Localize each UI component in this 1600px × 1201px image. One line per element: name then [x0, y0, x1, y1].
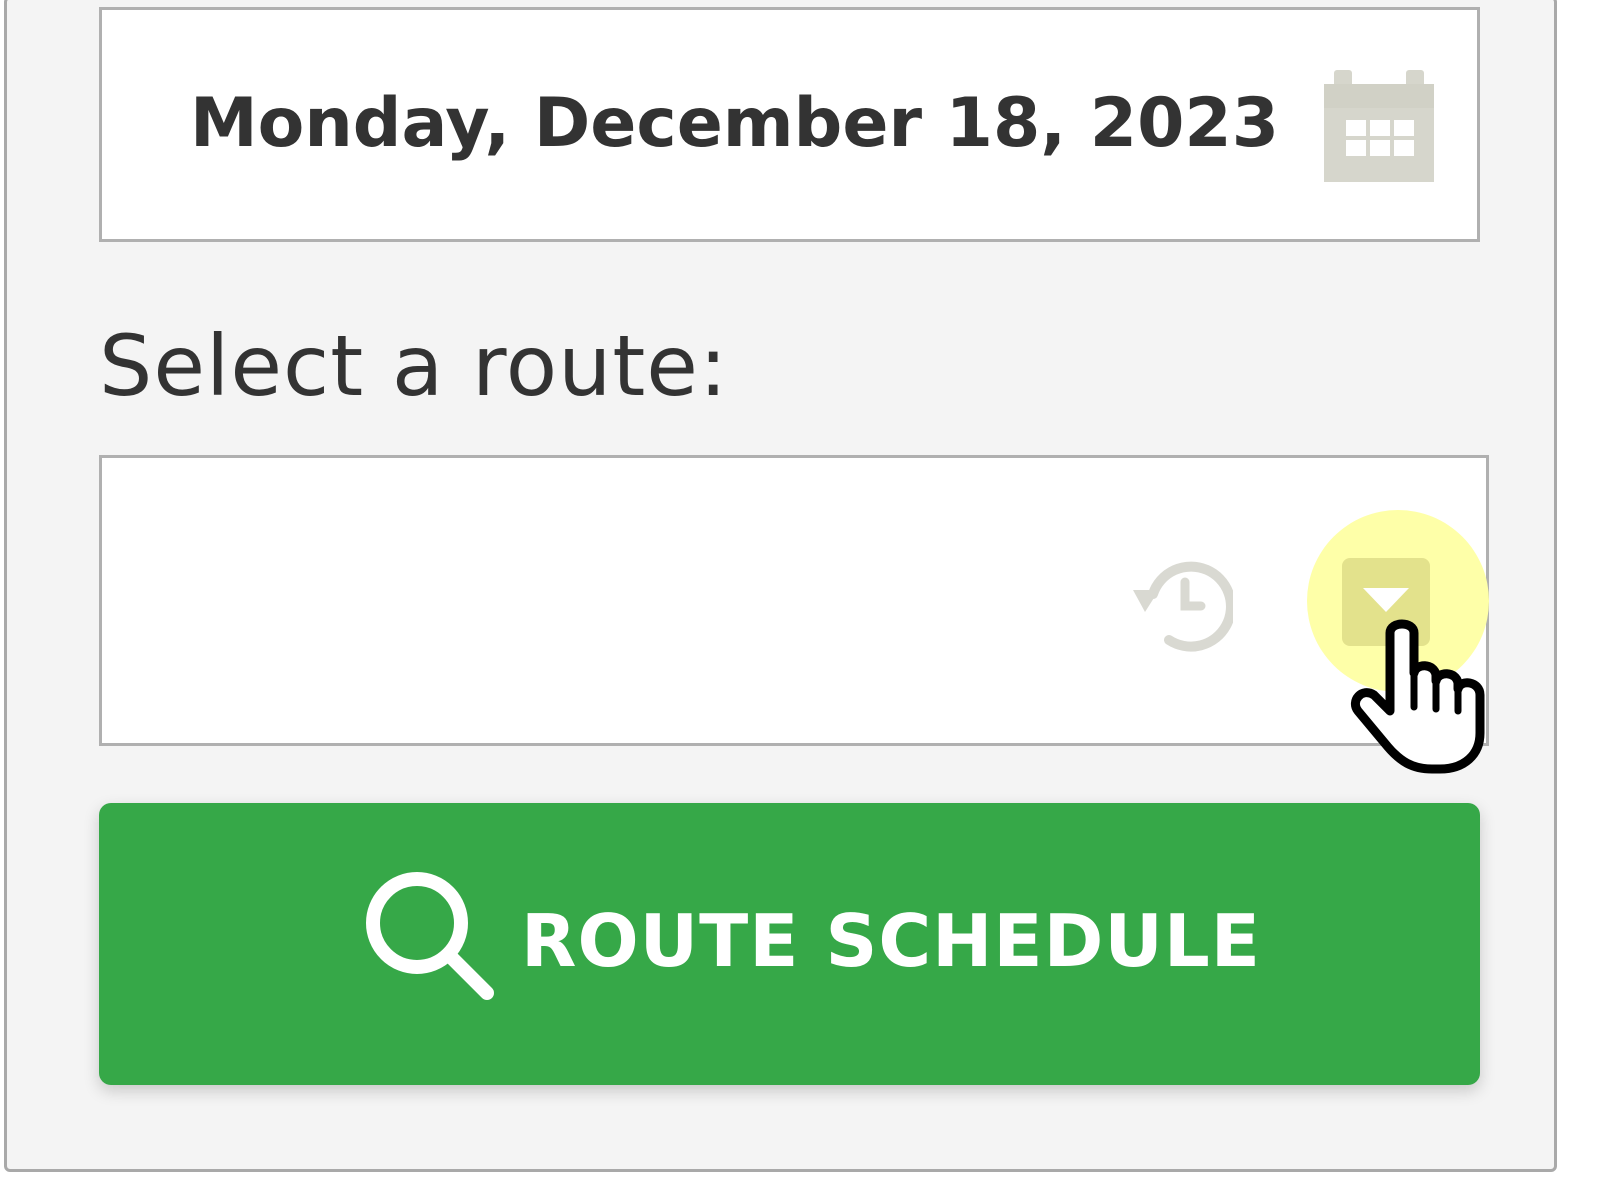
- history-icon[interactable]: [1129, 554, 1236, 652]
- date-value: Monday, December 18, 2023: [190, 84, 1280, 163]
- route-schedule-panel: Monday, December 18, 2023 Select a route…: [4, 0, 1557, 1172]
- search-icon: [359, 865, 499, 1005]
- calendar-icon[interactable]: [1324, 70, 1434, 182]
- route-schedule-button[interactable]: ROUTE SCHEDULE: [99, 803, 1480, 1085]
- route-schedule-label: ROUTE SCHEDULE: [521, 899, 1261, 983]
- route-select[interactable]: [99, 455, 1489, 746]
- chevron-down-icon: [1363, 588, 1409, 612]
- dropdown-toggle-button[interactable]: [1342, 558, 1430, 646]
- date-picker-field[interactable]: Monday, December 18, 2023: [99, 7, 1480, 242]
- route-label: Select a route:: [99, 317, 729, 415]
